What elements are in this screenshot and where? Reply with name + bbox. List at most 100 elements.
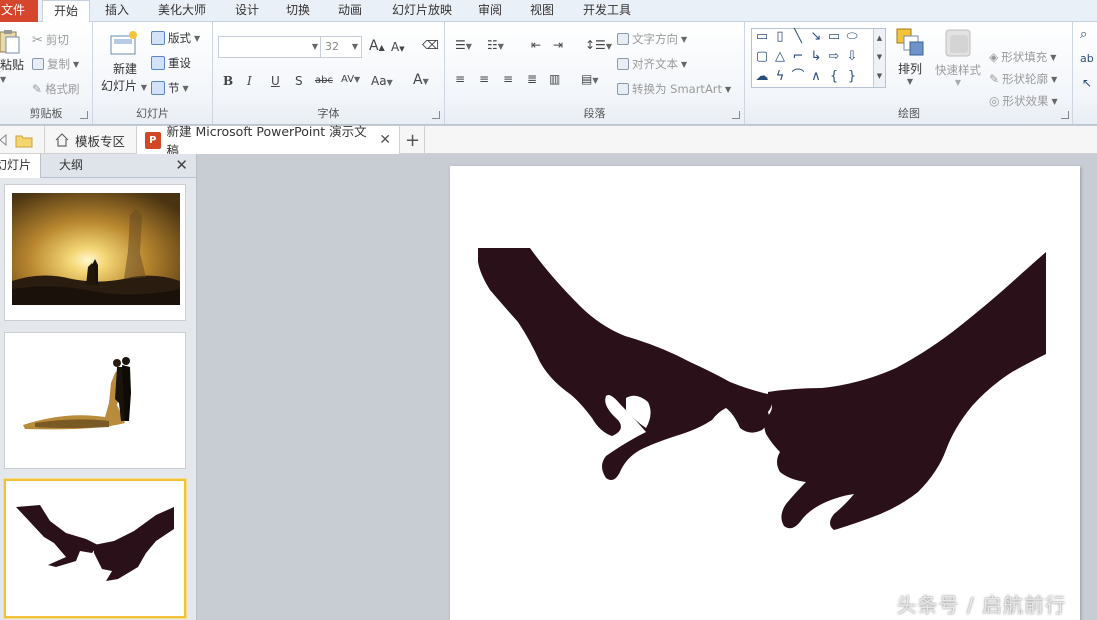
select-cursor-icon[interactable]: ↖ xyxy=(1082,76,1092,90)
tab-developer[interactable]: 开发工具 xyxy=(576,0,638,22)
close-pane-icon[interactable]: ✕ xyxy=(175,156,188,174)
find-icon[interactable]: ⌕ xyxy=(1080,27,1087,42)
font-color-button[interactable]: A▼ xyxy=(413,72,429,88)
align-text-button[interactable]: 对齐文本 ▼ xyxy=(617,56,687,72)
folder-button[interactable] xyxy=(15,126,33,154)
elbow-connector-icon[interactable]: ⌐ xyxy=(790,50,806,64)
new-slide-button[interactable]: 新建 幻灯片 ▼ xyxy=(101,30,147,94)
font-size-combo[interactable]: 32 ▼ xyxy=(320,36,362,58)
increase-indent-button[interactable]: ⇥ xyxy=(553,38,563,52)
lightning-shape-icon[interactable]: ϟ xyxy=(772,70,788,84)
tab-insert[interactable]: 插入 xyxy=(97,0,137,22)
tab-review[interactable]: 审阅 xyxy=(470,0,510,22)
text-direction-button[interactable]: 文字方向 ▼ xyxy=(617,31,687,47)
cut-button[interactable]: ✂ 剪切 xyxy=(32,32,69,48)
watermark-text: 头条号 / 启航前行 xyxy=(896,593,1066,617)
convert-smartart-label: 转换为 SmartArt xyxy=(632,82,723,96)
rounded-rect-icon[interactable]: ▢ xyxy=(754,50,770,64)
cloud-shape-icon[interactable]: ☁ xyxy=(754,70,770,84)
tab-templates[interactable]: 模板专区 xyxy=(44,126,135,154)
tab-home[interactable]: 开始 xyxy=(42,0,90,23)
right-brace-icon[interactable]: } xyxy=(844,70,860,84)
tab-document[interactable]: P 新建 Microsoft PowerPoint 演示文稿 ✕ xyxy=(136,124,400,158)
copy-button[interactable]: 复制 ▼ xyxy=(32,56,79,72)
triangle-shape-icon[interactable]: △ xyxy=(772,50,788,64)
oval-shape-icon[interactable]: ⬭ xyxy=(844,30,860,44)
slides-group-label: 幻灯片 xyxy=(136,107,169,120)
line-spacing-button[interactable]: ↕☰▼ xyxy=(585,38,612,52)
shape-fill-button[interactable]: ◈ 形状填充 ▼ xyxy=(989,49,1056,65)
slide-thumbnail-3[interactable] xyxy=(4,479,186,618)
paste-button[interactable]: 粘贴 ▼ xyxy=(0,28,24,84)
align-center-button[interactable]: ≡ xyxy=(479,72,489,86)
tab-slides[interactable]: 幻灯片 xyxy=(0,154,41,178)
columns-button[interactable]: ▤▼ xyxy=(581,72,599,86)
elbow-arrow-icon[interactable]: ↳ xyxy=(808,50,824,64)
clear-format-icon[interactable]: ⌫ xyxy=(422,38,439,52)
shapes-gallery[interactable]: ▭ ▯ ╲ ↘ ▭ ⬭ ▢ △ ⌐ ↳ ⇨ ⇩ ☁ ϟ ⌒ ∧ { } ▲ ▼ ▼ xyxy=(751,28,886,88)
current-slide[interactable]: 头条号 / 启航前行 xyxy=(450,166,1080,620)
font-size-value: 32 xyxy=(325,40,339,53)
new-slide-label-1: 新建 xyxy=(112,62,137,76)
italic-button[interactable]: I xyxy=(247,74,252,88)
paste-icon xyxy=(0,30,20,54)
replace-icon[interactable]: ab xyxy=(1080,52,1094,65)
strikethrough-button[interactable]: abc xyxy=(315,75,333,86)
down-arrow-shape-icon[interactable]: ⇩ xyxy=(844,50,860,64)
home-nav-button[interactable] xyxy=(0,126,8,154)
shrink-font-button[interactable]: A▼ xyxy=(391,40,405,54)
vertical-textbox-icon[interactable]: ▯ xyxy=(772,30,788,44)
chevron-down-icon: ▼ xyxy=(311,42,318,51)
section-button[interactable]: 节 ▼ xyxy=(151,80,189,96)
char-spacing-button[interactable]: AV▼ xyxy=(341,74,360,85)
tab-slideshow[interactable]: 幻灯片放映 xyxy=(384,0,460,22)
dialog-launcher-icon[interactable] xyxy=(80,111,88,119)
shape-outline-button[interactable]: ✎ 形状轮廓 ▼ xyxy=(989,71,1057,87)
justify-button[interactable]: ≣ xyxy=(527,72,537,86)
change-case-button[interactable]: Aa▼ xyxy=(371,74,393,88)
dialog-launcher-icon[interactable] xyxy=(1061,111,1069,119)
layout-button[interactable]: 版式 ▼ xyxy=(151,30,200,46)
tab-transitions[interactable]: 切换 xyxy=(278,0,318,22)
tab-outline[interactable]: 大纲 xyxy=(42,154,100,178)
dialog-launcher-icon[interactable] xyxy=(432,111,440,119)
reset-button[interactable]: 重设 xyxy=(151,55,191,71)
tab-animations[interactable]: 动画 xyxy=(330,0,370,22)
left-brace-icon[interactable]: { xyxy=(826,70,842,84)
dialog-launcher-icon[interactable] xyxy=(732,111,740,119)
close-icon[interactable]: ✕ xyxy=(379,132,391,148)
line-shape-icon[interactable]: ╲ xyxy=(790,30,806,44)
gallery-scroll[interactable]: ▲ ▼ ▼ xyxy=(873,29,885,87)
bold-button[interactable]: B xyxy=(223,74,233,88)
slide-thumbnail-1[interactable] xyxy=(4,184,186,321)
slides-pane: 幻灯片 大纲 ✕ xyxy=(0,154,197,620)
shadow-button[interactable]: S xyxy=(295,74,303,88)
decrease-indent-button[interactable]: ⇤ xyxy=(531,38,541,52)
font-group-label: 字体 xyxy=(317,107,340,120)
curve-shape-icon[interactable]: ∧ xyxy=(808,70,824,84)
numbering-button[interactable]: ☷▼ xyxy=(487,38,504,52)
arrow-line-icon[interactable]: ↘ xyxy=(808,30,824,44)
document-tab-bar: 模板专区 P 新建 Microsoft PowerPoint 演示文稿 ✕ + xyxy=(0,124,1097,158)
quick-styles-button[interactable]: 快速样式 ▼ xyxy=(932,27,984,87)
file-tab[interactable]: 文件 xyxy=(0,0,38,22)
bullets-button[interactable]: ☰▼ xyxy=(455,38,472,52)
textbox-shape-icon[interactable]: ▭ xyxy=(754,30,770,44)
underline-button[interactable]: U xyxy=(271,74,280,88)
grow-font-button[interactable]: A▲ xyxy=(369,38,385,54)
new-tab-button[interactable]: + xyxy=(401,126,425,154)
arrange-button[interactable]: 排列 ▼ xyxy=(893,27,927,86)
right-arrow-shape-icon[interactable]: ⇨ xyxy=(826,50,842,64)
tab-beautify-master[interactable]: 美化大师 xyxy=(150,0,214,22)
tab-design[interactable]: 设计 xyxy=(227,0,267,22)
slide-thumbnail-2[interactable] xyxy=(4,332,186,469)
font-name-combo[interactable]: ▼ xyxy=(218,36,322,58)
align-left-button[interactable]: ≡ xyxy=(455,72,465,86)
distributed-button[interactable]: ▥ xyxy=(549,72,560,86)
arc-shape-icon[interactable]: ⌒ xyxy=(790,70,806,84)
rectangle-shape-icon[interactable]: ▭ xyxy=(826,30,842,44)
format-painter-button[interactable]: ✎ 格式刷 xyxy=(32,81,80,97)
align-right-button[interactable]: ≡ xyxy=(503,72,513,86)
convert-smartart-button[interactable]: 转换为 SmartArt ▼ xyxy=(617,81,731,97)
tab-view[interactable]: 视图 xyxy=(522,0,562,22)
